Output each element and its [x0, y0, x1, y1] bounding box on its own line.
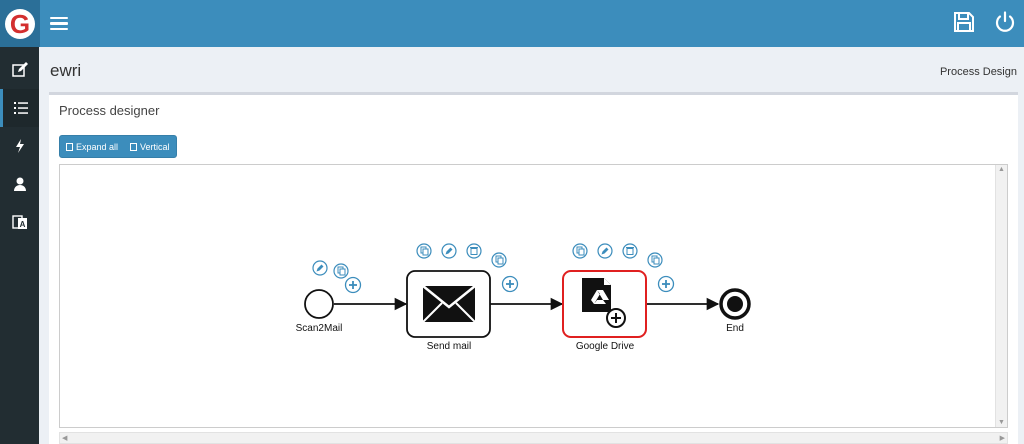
sidebar-item-actions[interactable]: [0, 127, 39, 165]
sidebar-item-users[interactable]: [0, 165, 39, 203]
edit-node-icon[interactable]: [441, 243, 457, 259]
task-google-drive-label: Google Drive: [576, 341, 635, 352]
list-icon: [14, 102, 28, 114]
file-icon: [66, 142, 73, 151]
copy-node-icon[interactable]: [416, 243, 432, 259]
copy-node-icon[interactable]: [647, 252, 663, 268]
add-node-icon[interactable]: [344, 276, 362, 294]
process-designer-panel: Process designer Expand all Vertical Sca…: [49, 92, 1018, 444]
task-send-mail-label: Send mail: [427, 341, 471, 352]
sidebar: A: [0, 47, 39, 444]
logo-letter: G: [10, 9, 30, 39]
task-send-mail[interactable]: [406, 270, 491, 338]
scroll-right-icon[interactable]: ▶: [1000, 434, 1005, 442]
sidebar-item-edit[interactable]: [0, 51, 39, 89]
diagram-canvas[interactable]: Scan2Mail Send mail Google Drive End ▲ ▼: [59, 164, 1008, 428]
logout-button[interactable]: [993, 10, 1019, 36]
horizontal-scrollbar[interactable]: ◀ ▶: [59, 432, 1008, 444]
vertical-button[interactable]: Vertical: [124, 136, 176, 157]
task-google-drive[interactable]: [562, 270, 647, 338]
process-diagram: Scan2Mail Send mail Google Drive End: [296, 243, 751, 352]
translate-icon: A: [11, 215, 27, 229]
edit-node-icon[interactable]: [312, 260, 328, 276]
top-bar: G: [0, 0, 1024, 47]
logo-icon: G: [5, 8, 35, 39]
sidebar-item-language[interactable]: A: [0, 203, 39, 241]
hamburger-line: [50, 22, 68, 25]
add-node-icon[interactable]: [657, 275, 675, 293]
envelope-icon: [422, 285, 476, 323]
add-node-icon[interactable]: [501, 275, 519, 293]
expand-all-button[interactable]: Expand all: [60, 136, 124, 157]
app-logo[interactable]: G: [0, 0, 40, 47]
copy-node-icon[interactable]: [572, 243, 588, 259]
delete-node-icon[interactable]: [622, 243, 638, 259]
designer-toolbar: Expand all Vertical: [59, 135, 177, 158]
file-icon: [130, 142, 138, 151]
svg-text:A: A: [19, 220, 25, 229]
expand-all-label: Expand all: [76, 141, 119, 152]
vertical-label: Vertical: [140, 141, 170, 152]
main-content: ewri Process Design Process designer Exp…: [39, 47, 1024, 444]
save-button[interactable]: [952, 10, 978, 36]
copy-node-icon[interactable]: [333, 263, 349, 279]
vertical-scrollbar[interactable]: ▲ ▼: [995, 165, 1007, 427]
scroll-left-icon[interactable]: ◀: [62, 434, 67, 442]
save-icon: [954, 12, 974, 32]
scroll-down-icon[interactable]: ▼: [998, 419, 1005, 426]
scroll-up-icon[interactable]: ▲: [998, 166, 1005, 173]
edit-node-icon[interactable]: [597, 243, 613, 259]
start-event[interactable]: [304, 289, 334, 319]
hamburger-line: [50, 27, 68, 30]
power-icon: [995, 11, 1015, 32]
sidebar-item-list[interactable]: [0, 89, 39, 127]
panel-title: Process designer: [59, 103, 160, 118]
user-icon: [13, 177, 26, 191]
menu-toggle-button[interactable]: [50, 14, 68, 32]
start-event-label: Scan2Mail: [296, 323, 343, 334]
copy-node-icon[interactable]: [491, 252, 507, 268]
breadcrumb: Process Design: [939, 66, 1017, 78]
page-title: ewri: [50, 61, 82, 80]
edit-icon: [11, 62, 28, 77]
end-event-label: End: [726, 323, 744, 334]
end-event[interactable]: [719, 288, 751, 320]
hamburger-line: [50, 16, 68, 19]
delete-node-icon[interactable]: [466, 243, 482, 259]
bolt-icon: [15, 139, 24, 153]
